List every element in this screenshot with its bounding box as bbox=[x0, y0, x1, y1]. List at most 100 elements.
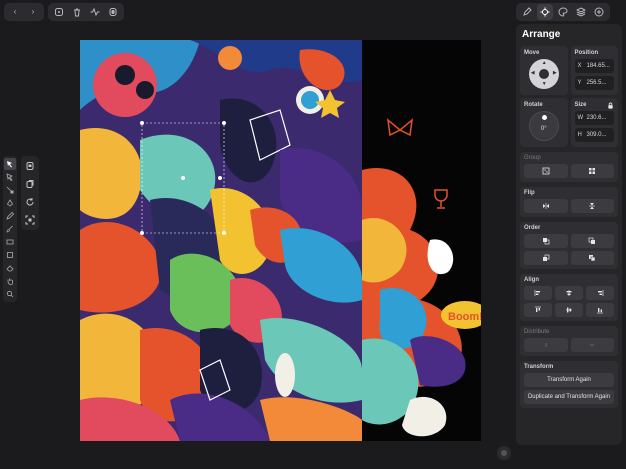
ungroup-icon bbox=[589, 168, 596, 174]
position-card: Position X 184.65... Y 256.5... bbox=[570, 46, 618, 95]
align-bottom-icon bbox=[597, 308, 603, 314]
pulse-icon[interactable] bbox=[87, 4, 103, 20]
size-label-text: Size bbox=[574, 102, 587, 108]
distribute-horizontal-button[interactable] bbox=[524, 338, 568, 352]
align-left-button[interactable] bbox=[524, 286, 552, 300]
x-key: X bbox=[577, 63, 582, 69]
y-key: Y bbox=[577, 80, 582, 86]
top-toolbar: ‹ › bbox=[4, 3, 124, 21]
rotate-icon[interactable] bbox=[23, 195, 37, 209]
align-middle-icon bbox=[566, 307, 572, 313]
bring-to-front-button[interactable] bbox=[524, 234, 568, 248]
panel-switcher bbox=[516, 3, 610, 21]
w-value: 230.6... bbox=[586, 115, 607, 121]
arrow-left-icon: ◀ bbox=[530, 70, 535, 76]
transform-again-button[interactable]: Transform Again bbox=[524, 373, 614, 387]
size-h-field[interactable]: H 309.0... bbox=[574, 128, 614, 142]
position-label: Position bbox=[574, 50, 599, 56]
mask-icon[interactable] bbox=[105, 4, 121, 20]
duplicate-icon[interactable] bbox=[51, 4, 67, 20]
quick-actions bbox=[21, 156, 39, 230]
flip-vertical-button[interactable] bbox=[570, 199, 614, 213]
add-icon[interactable] bbox=[591, 4, 607, 20]
distribute-vertical-button[interactable] bbox=[570, 338, 614, 352]
align-center-icon bbox=[566, 290, 572, 296]
joystick-knob[interactable] bbox=[538, 69, 549, 79]
bring-to-front-icon bbox=[542, 238, 550, 245]
ungroup-button[interactable] bbox=[570, 164, 614, 178]
order-label: Order bbox=[524, 225, 541, 231]
lock-icon[interactable] bbox=[607, 102, 614, 111]
pen-tool[interactable] bbox=[4, 197, 16, 209]
send-backward-button[interactable] bbox=[524, 251, 568, 265]
align-center-button[interactable] bbox=[555, 286, 583, 300]
lock-icon[interactable] bbox=[23, 159, 37, 173]
direct-select-tool[interactable] bbox=[4, 171, 16, 183]
arrow-right-icon: ▶ bbox=[552, 70, 557, 76]
rotate-handle[interactable] bbox=[541, 115, 547, 120]
text-tool[interactable] bbox=[4, 236, 16, 248]
fit-icon[interactable] bbox=[23, 213, 37, 227]
align-section: Align bbox=[520, 274, 618, 321]
y-value: 256.5... bbox=[586, 80, 607, 86]
position-x-field[interactable]: X 184.65... bbox=[574, 59, 614, 73]
move-joystick[interactable]: ▲ ▼ ◀ ▶ bbox=[528, 59, 559, 89]
align-bottom-button[interactable] bbox=[586, 303, 614, 317]
bring-forward-button[interactable] bbox=[570, 234, 614, 248]
bring-forward-icon bbox=[588, 237, 596, 244]
position-y-field[interactable]: Y 256.5... bbox=[574, 76, 614, 90]
document-canvas[interactable]: Boom! bbox=[80, 40, 481, 441]
distribute-section: Distribute bbox=[520, 326, 618, 356]
pen-icon[interactable] bbox=[519, 4, 535, 20]
send-to-back-button[interactable] bbox=[570, 251, 614, 265]
size-w-field[interactable]: W 230.6... bbox=[574, 111, 614, 125]
flip-horizontal-button[interactable] bbox=[524, 199, 568, 213]
boom-text: Boom! bbox=[448, 311, 481, 323]
trash-icon[interactable] bbox=[69, 4, 85, 20]
hand-tool[interactable] bbox=[4, 275, 16, 287]
move-card: Move ▲ ▼ ◀ ▶ bbox=[520, 46, 568, 95]
select-tool[interactable] bbox=[4, 158, 16, 170]
panel-title: Arrange bbox=[522, 29, 561, 40]
copy-icon[interactable] bbox=[23, 177, 37, 191]
order-section: Order bbox=[520, 222, 618, 269]
align-top-button[interactable] bbox=[524, 303, 552, 317]
artboard[interactable] bbox=[80, 40, 362, 441]
flip-label: Flip bbox=[524, 190, 535, 196]
butterfly-icon bbox=[387, 118, 413, 137]
layers-icon[interactable] bbox=[573, 4, 589, 20]
zoom-tool[interactable] bbox=[4, 288, 16, 300]
pencil-tool[interactable] bbox=[4, 210, 16, 222]
x-value: 184.65... bbox=[586, 63, 610, 69]
move-label: Move bbox=[524, 50, 540, 56]
rotate-dial[interactable]: 0° bbox=[528, 111, 559, 141]
style-icon[interactable] bbox=[555, 4, 571, 20]
send-to-back-icon bbox=[589, 255, 596, 262]
brush-tool[interactable] bbox=[4, 223, 16, 235]
duplicate-transform-button[interactable]: Duplicate and Transform Again bbox=[524, 390, 614, 404]
shape-tool[interactable] bbox=[4, 249, 16, 261]
flip-horizontal-icon bbox=[542, 203, 549, 209]
arrange-icon[interactable] bbox=[537, 4, 553, 20]
distribute-vertical-icon bbox=[590, 344, 595, 346]
tool-palette bbox=[3, 156, 17, 302]
history-button[interactable] bbox=[497, 446, 511, 460]
arrow-down-icon: ▼ bbox=[541, 81, 547, 87]
align-top-icon bbox=[535, 306, 541, 312]
edit-group bbox=[48, 3, 124, 21]
group-button[interactable] bbox=[524, 164, 568, 178]
node-tool[interactable] bbox=[4, 184, 16, 196]
back-icon[interactable]: ‹ bbox=[7, 4, 23, 20]
rotate-size-row: Rotate 0° Size W 230.6... H 309.0... bbox=[520, 98, 618, 147]
chevron-right-icon[interactable]: › bbox=[25, 4, 41, 20]
h-value: 309.0... bbox=[586, 132, 607, 138]
align-label: Align bbox=[524, 277, 539, 283]
align-middle-button[interactable] bbox=[555, 303, 583, 317]
align-right-button[interactable] bbox=[586, 286, 614, 300]
rotate-card: Rotate 0° bbox=[520, 98, 568, 147]
distribute-label: Distribute bbox=[524, 329, 550, 335]
group-label: Group bbox=[524, 155, 541, 161]
eraser-tool[interactable] bbox=[4, 262, 16, 274]
size-label: Size bbox=[574, 102, 615, 111]
w-key: W bbox=[577, 115, 584, 121]
